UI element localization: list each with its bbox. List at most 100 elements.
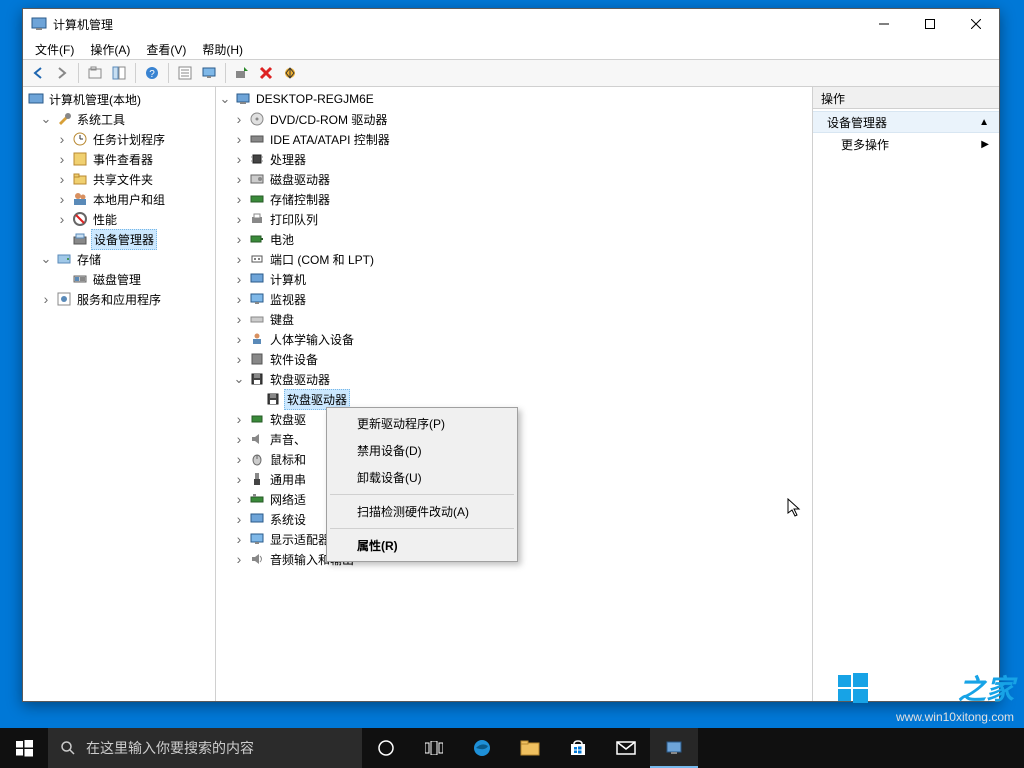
cat-hid[interactable]: 人体学输入设备	[216, 329, 812, 349]
cat-battery[interactable]: 电池	[216, 229, 812, 249]
ide-icon	[249, 131, 265, 147]
software-icon	[249, 351, 265, 367]
disable-button[interactable]	[279, 62, 301, 84]
expander-icon[interactable]	[39, 292, 53, 306]
tree-system-tools[interactable]: 系统工具	[23, 109, 215, 129]
properties-button[interactable]	[174, 62, 196, 84]
ctx-scan-hardware[interactable]: 扫描检测硬件改动(A)	[329, 498, 515, 525]
taskbar-search[interactable]: 在这里输入你要搜索的内容	[48, 728, 362, 768]
ctx-separator	[330, 528, 514, 529]
forward-button[interactable]	[51, 62, 73, 84]
performance-icon	[72, 211, 88, 227]
tree-shared-folders[interactable]: 共享文件夹	[23, 169, 215, 189]
cat-floppy[interactable]: 软盘驱动器	[216, 369, 812, 389]
action-more[interactable]: 更多操作▶	[813, 133, 999, 155]
tree-device-manager[interactable]: 设备管理器	[23, 229, 215, 249]
tree-performance[interactable]: 性能	[23, 209, 215, 229]
menu-action[interactable]: 操作(A)	[82, 39, 138, 59]
scan-hardware-button[interactable]	[231, 62, 253, 84]
tree-root[interactable]: 计算机管理(本地)	[23, 89, 215, 109]
ctx-disable-device[interactable]: 禁用设备(D)	[329, 437, 515, 464]
maximize-button[interactable]	[907, 9, 953, 39]
expander-icon[interactable]	[55, 192, 69, 206]
device-root[interactable]: DESKTOP-REGJM6E	[216, 89, 812, 109]
tree-disk-mgmt[interactable]: 磁盘管理	[23, 269, 215, 289]
cat-disk[interactable]: 磁盘驱动器	[216, 169, 812, 189]
event-icon	[72, 151, 88, 167]
toolbar: ?	[23, 59, 999, 87]
ctx-properties[interactable]: 属性(R)	[329, 532, 515, 559]
cat-computer[interactable]: 计算机	[216, 269, 812, 289]
cat-storage-ctrl[interactable]: 存储控制器	[216, 189, 812, 209]
network-icon	[249, 491, 265, 507]
ctx-uninstall-device[interactable]: 卸载设备(U)	[329, 464, 515, 491]
action-device-manager[interactable]: 设备管理器▲	[813, 111, 999, 133]
remove-button[interactable]	[255, 62, 277, 84]
pc-icon	[249, 271, 265, 287]
start-button[interactable]	[0, 728, 48, 768]
cat-keyboard[interactable]: 键盘	[216, 309, 812, 329]
cat-print[interactable]: 打印队列	[216, 209, 812, 229]
cat-monitor[interactable]: 监视器	[216, 289, 812, 309]
expander-icon[interactable]	[39, 112, 53, 126]
store-button[interactable]	[554, 728, 602, 768]
menu-file[interactable]: 文件(F)	[27, 39, 82, 59]
storage-icon	[56, 251, 72, 267]
expander-icon[interactable]	[55, 152, 69, 166]
mouse-icon	[249, 451, 265, 467]
expander-icon[interactable]	[55, 212, 69, 226]
expander-icon[interactable]	[55, 172, 69, 186]
minimize-button[interactable]	[861, 9, 907, 39]
cat-software[interactable]: 软件设备	[216, 349, 812, 369]
battery-icon	[249, 231, 265, 247]
help-button[interactable]: ?	[141, 62, 163, 84]
search-icon	[60, 740, 76, 756]
close-button[interactable]	[953, 9, 999, 39]
mail-button[interactable]	[602, 728, 650, 768]
cat-dvd[interactable]: DVD/CD-ROM 驱动器	[216, 109, 812, 129]
tree-event-viewer[interactable]: 事件查看器	[23, 149, 215, 169]
monitor-icon	[249, 291, 265, 307]
floppy-ctrl-icon	[249, 411, 265, 427]
tree-services[interactable]: 服务和应用程序	[23, 289, 215, 309]
cortana-button[interactable]	[362, 728, 410, 768]
show-hide-tree-button[interactable]	[108, 62, 130, 84]
left-tree-panel[interactable]: 计算机管理(本地) 系统工具 任务计划程序 事件查看器 共享文件夹 本地用户和组…	[23, 87, 216, 701]
actions-panel: 操作 设备管理器▲ 更多操作▶	[813, 87, 999, 701]
explorer-button[interactable]	[506, 728, 554, 768]
audio-icon	[249, 551, 265, 567]
cat-ports[interactable]: 端口 (COM 和 LPT)	[216, 249, 812, 269]
collapse-arrow-icon: ▲	[979, 117, 989, 128]
services-icon	[56, 291, 72, 307]
app-icon	[31, 16, 47, 32]
display-icon	[249, 531, 265, 547]
tree-storage[interactable]: 存储	[23, 249, 215, 269]
system-icon	[249, 511, 265, 527]
expander-icon[interactable]	[39, 252, 53, 266]
up-button[interactable]	[84, 62, 106, 84]
window-title: 计算机管理	[53, 16, 861, 33]
svg-text:?: ?	[149, 69, 155, 80]
cat-ide[interactable]: IDE ATA/ATAPI 控制器	[216, 129, 812, 149]
device-floppy-drive[interactable]: 软盘驱动器	[216, 389, 812, 409]
menu-view[interactable]: 查看(V)	[138, 39, 194, 59]
context-menu: 更新驱动程序(P) 禁用设备(D) 卸载设备(U) 扫描检测硬件改动(A) 属性…	[326, 407, 518, 562]
expander-icon[interactable]	[55, 132, 69, 146]
tree-local-users[interactable]: 本地用户和组	[23, 189, 215, 209]
expander-icon[interactable]	[218, 92, 232, 106]
monitor-button[interactable]	[198, 62, 220, 84]
users-icon	[72, 191, 88, 207]
watermark: Win10之家 www.win10xitong.com	[836, 668, 1014, 724]
ctx-update-driver[interactable]: 更新驱动程序(P)	[329, 410, 515, 437]
device-tree-panel[interactable]: DESKTOP-REGJM6E DVD/CD-ROM 驱动器 IDE ATA/A…	[216, 87, 813, 701]
back-button[interactable]	[27, 62, 49, 84]
running-app-button[interactable]	[650, 728, 698, 768]
tree-task-scheduler[interactable]: 任务计划程序	[23, 129, 215, 149]
cat-cpu[interactable]: 处理器	[216, 149, 812, 169]
edge-button[interactable]	[458, 728, 506, 768]
dvd-icon	[249, 111, 265, 127]
task-view-button[interactable]	[410, 728, 458, 768]
menu-help[interactable]: 帮助(H)	[194, 39, 251, 59]
titlebar[interactable]: 计算机管理	[23, 9, 999, 39]
actions-header: 操作	[813, 87, 999, 109]
